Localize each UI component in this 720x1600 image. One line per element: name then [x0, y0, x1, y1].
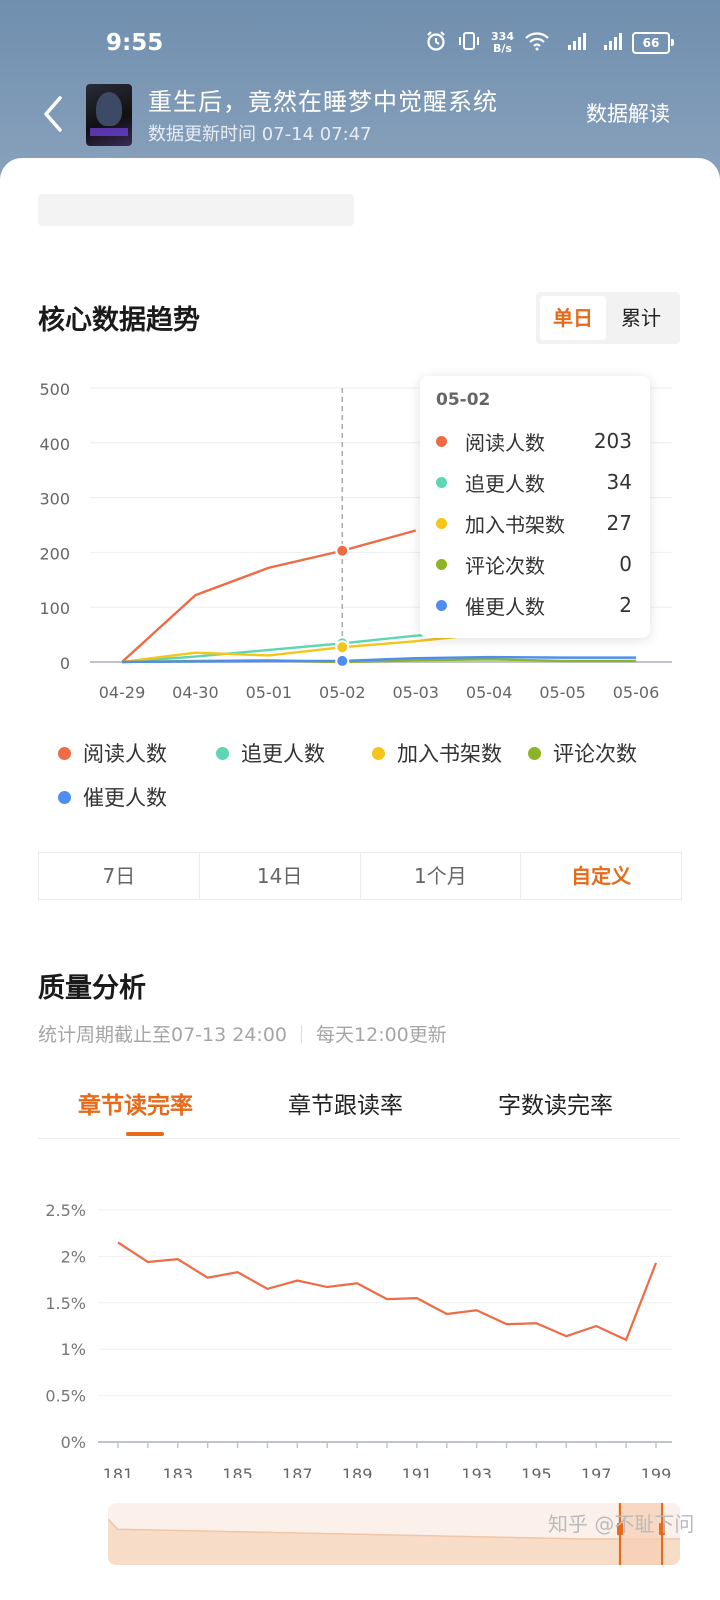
update-time: 数据更新时间 07-14 07:47: [148, 124, 372, 145]
daily-cumulative-toggle: 单日 累计: [536, 292, 680, 344]
x-tick-label: 04-30: [172, 683, 219, 702]
x-tick-label: 197: [581, 1465, 612, 1478]
vibrate-icon: [457, 30, 481, 56]
data-interpretation-button[interactable]: 数据解读: [586, 98, 670, 128]
x-tick-label: 05-03: [392, 683, 439, 702]
y-tick-label: 100: [39, 599, 70, 618]
status-time: 9:55: [106, 30, 164, 56]
data-point: [335, 653, 350, 668]
tab-word-completion[interactable]: 字数读完率: [498, 1086, 613, 1120]
battery-icon: 66: [632, 32, 674, 54]
quality-tabs: 章节读完率 章节跟读率 字数读完率: [38, 1086, 680, 1139]
toggle-cumulative[interactable]: 累计: [608, 296, 674, 340]
cover-figure: [96, 92, 122, 126]
divider: [301, 1024, 303, 1043]
y-tick-label: 400: [39, 435, 70, 454]
chart-tooltip: 05-02 阅读人数 203 追更人数 34 加入书架数 27 评论次数 0 催…: [420, 376, 650, 638]
back-icon[interactable]: [38, 94, 68, 134]
book-title: 重生后，竟然在睡梦中觉醒系统: [148, 88, 498, 116]
range-7-days[interactable]: 7日: [39, 853, 200, 899]
y-tick-label: 300: [39, 490, 70, 509]
x-tick-label: 05-06: [613, 683, 660, 702]
y-tick-label: 1.5%: [45, 1294, 86, 1313]
loading-placeholder: [38, 194, 354, 226]
x-tick-label: 185: [222, 1465, 253, 1478]
range-14-days[interactable]: 14日: [200, 853, 361, 899]
y-tick-label: 200: [39, 544, 70, 563]
series-dot: [436, 517, 447, 529]
legend-item-read[interactable]: 阅读人数: [58, 738, 167, 768]
content-card: 核心数据趋势 单日 累计 0 100 200 300 400 500 04-29 04-30 0…: [0, 158, 720, 1600]
x-tick-label: 193: [461, 1465, 492, 1478]
series-dot: [436, 435, 447, 447]
quality-subinfo: 统计周期截止至07-13 24:00 每天12:00更新: [38, 1020, 447, 1047]
series-dot: [436, 558, 447, 570]
tab-chapter-completion[interactable]: 章节读完率: [78, 1086, 193, 1120]
status-bar: 9:55 334 B/s 66: [0, 0, 720, 90]
toggle-daily[interactable]: 单日: [540, 296, 606, 340]
x-tick-label: 189: [342, 1465, 373, 1478]
signal-icon-2: [596, 31, 622, 55]
net-speed: 334 B/s: [491, 30, 514, 55]
tooltip-row-comment: 评论次数 0: [436, 549, 632, 579]
series-line: [121, 529, 417, 663]
quality-title: 质量分析: [38, 973, 146, 1004]
status-icons: 334 B/s 66: [425, 30, 674, 56]
y-tick-label: 500: [39, 380, 70, 399]
tooltip-row-urge: 催更人数 2: [436, 590, 632, 620]
book-cover[interactable]: [86, 84, 132, 146]
legend-dot: [58, 746, 71, 760]
alarm-icon: [425, 30, 447, 56]
wifi-icon: [524, 31, 550, 55]
y-tick-label: 2.5%: [45, 1201, 86, 1220]
legend-item-comment[interactable]: 评论次数: [528, 738, 637, 768]
x-tick-label: 05-01: [246, 683, 293, 702]
date-range-selector: 7日 14日 1个月 自定义: [38, 852, 682, 900]
signal-icon-1: [560, 31, 586, 55]
x-tick-label: 199: [641, 1465, 672, 1478]
series-line: [117, 1241, 658, 1342]
data-point: [335, 543, 350, 558]
y-tick-label: 1%: [61, 1340, 86, 1359]
legend-item-urge[interactable]: 催更人数: [58, 782, 167, 812]
tooltip-date: 05-02: [436, 390, 491, 410]
legend-dot: [372, 746, 385, 760]
tooltip-row-follow: 追更人数 34: [436, 467, 632, 497]
x-tick-label: 05-05: [539, 683, 586, 702]
legend-item-shelf[interactable]: 加入书架数: [372, 738, 502, 768]
legend-dot: [58, 790, 71, 804]
x-tick-label: 04-29: [99, 683, 146, 702]
y-tick-label: 0: [60, 654, 70, 673]
x-tick-label: 183: [163, 1465, 194, 1478]
y-tick-label: 0.5%: [45, 1387, 86, 1406]
legend-dot: [216, 746, 229, 760]
y-tick-label: 2%: [61, 1247, 86, 1266]
core-trend-title: 核心数据趋势: [38, 305, 200, 336]
cover-band: [90, 128, 128, 136]
x-tick-label: 05-02: [319, 683, 366, 702]
update-note: 每天12:00更新: [316, 1024, 447, 1046]
tooltip-row-read: 阅读人数 203: [436, 426, 632, 456]
legend-dot: [528, 746, 541, 760]
range-custom[interactable]: 自定义: [521, 853, 681, 899]
series-dot: [436, 599, 447, 611]
data-point: [335, 640, 350, 655]
page-header: 重生后，竟然在睡梦中觉醒系统 数据更新时间 07-14 07:47 数据解读: [0, 80, 720, 160]
x-tick-label: 05-04: [466, 683, 513, 702]
legend-item-follow[interactable]: 追更人数: [216, 738, 325, 768]
y-tick-label: 0%: [61, 1433, 86, 1452]
completion-rate-chart[interactable]: 0% 0.5% 1% 1.5% 2% 2.5% 181 183 185 187 189 191 193 1…: [0, 1178, 720, 1478]
stat-period: 统计周期截止至07-13 24:00: [38, 1024, 288, 1046]
series-dot: [436, 476, 447, 488]
tab-chapter-follow[interactable]: 章节跟读率: [288, 1086, 403, 1120]
tooltip-row-shelf: 加入书架数 27: [436, 508, 632, 538]
active-tab-underline: [126, 1132, 164, 1136]
range-1-month[interactable]: 1个月: [361, 853, 522, 899]
watermark: 知乎 @不耻下问: [548, 1512, 695, 1536]
x-tick-label: 195: [521, 1465, 552, 1478]
x-tick-label: 191: [402, 1465, 433, 1478]
x-tick-label: 187: [282, 1465, 313, 1478]
x-tick-label: 181: [103, 1465, 134, 1478]
